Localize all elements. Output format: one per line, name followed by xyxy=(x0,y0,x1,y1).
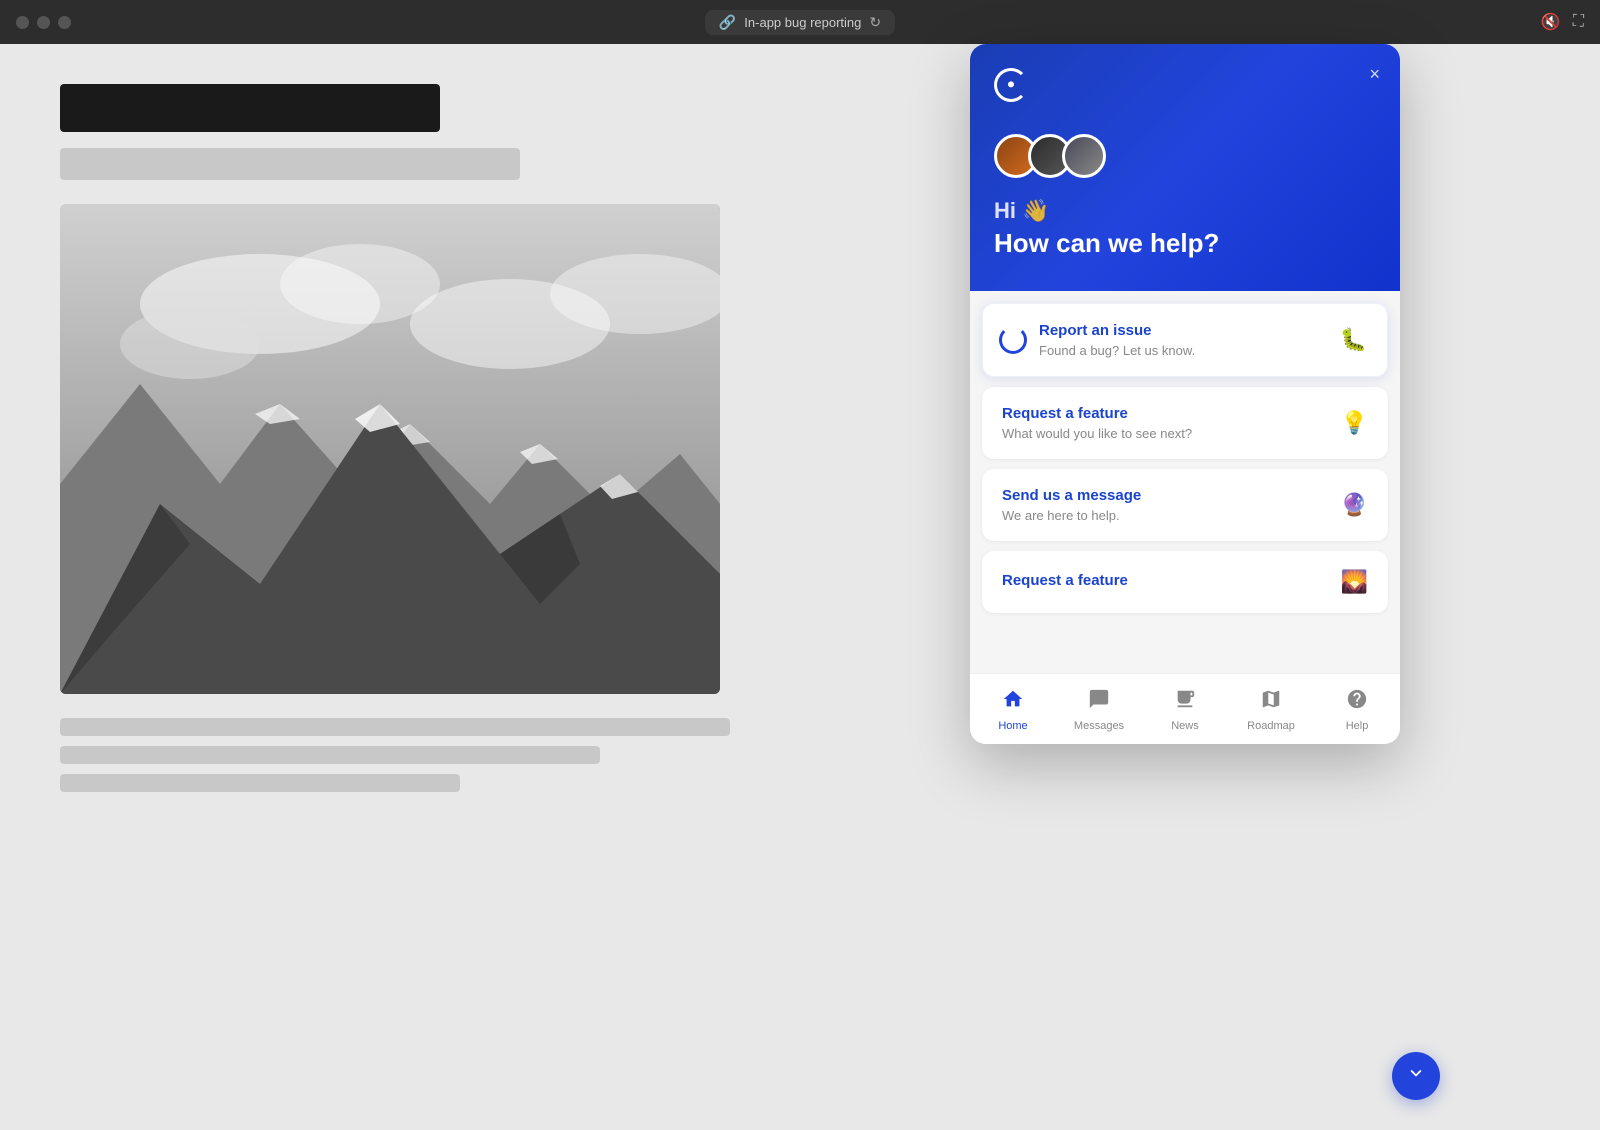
card-feature2-emoji: 🌄 xyxy=(1341,569,1368,595)
nav-label-messages: Messages xyxy=(1074,720,1124,732)
news-icon xyxy=(1174,688,1196,716)
widget-card-report-issue[interactable]: Report an issue Found a bug? Let us know… xyxy=(982,303,1388,377)
widget-close-button[interactable]: × xyxy=(1369,64,1380,85)
card-report-title: Report an issue xyxy=(1039,322,1195,339)
card-spinner xyxy=(999,326,1027,354)
roadmap-icon xyxy=(1260,688,1282,716)
card-message-desc: We are here to help. xyxy=(1002,508,1141,523)
card-feature2-title: Request a feature xyxy=(1002,572,1128,589)
webpage-bar-2 xyxy=(60,746,600,764)
widget-body: Report an issue Found a bug? Let us know… xyxy=(970,291,1400,673)
card-feature-emoji: 💡 xyxy=(1341,410,1368,436)
nav-item-roadmap[interactable]: Roadmap xyxy=(1228,684,1314,736)
dot-minimize[interactable] xyxy=(37,16,50,29)
link-icon: 🔗 xyxy=(719,14,736,31)
titlebar: 🔗 In-app bug reporting ↻ 🔇 ⛶ xyxy=(0,0,1600,44)
webpage-bar-3 xyxy=(60,774,460,792)
fullscreen-icon[interactable]: ⛶ xyxy=(1573,13,1584,31)
main-area: × Hi 👋 How can we help? Report an issue … xyxy=(0,44,1600,1130)
widget-card-request-feature[interactable]: Request a feature What would you like to… xyxy=(982,387,1388,459)
card-message-text: Send us a message We are here to help. xyxy=(1002,487,1141,523)
nav-item-home[interactable]: Home xyxy=(970,684,1056,736)
webpage-subtitle-bar xyxy=(60,148,520,180)
widget-avatars xyxy=(994,134,1376,178)
url-bar[interactable]: 🔗 In-app bug reporting ↻ xyxy=(705,10,895,35)
help-icon xyxy=(1346,688,1368,716)
widget-bottom-nav: Home Messages News xyxy=(970,673,1400,744)
card-feature2-text: Request a feature xyxy=(1002,572,1128,593)
widget-logo xyxy=(994,68,1376,102)
mute-icon[interactable]: 🔇 xyxy=(1541,12,1561,32)
widget-card-send-message[interactable]: Send us a message We are here to help. 🔮 xyxy=(982,469,1388,541)
widget-logo-icon xyxy=(994,68,1028,102)
widget-panel: × Hi 👋 How can we help? Report an issue … xyxy=(970,44,1400,744)
nav-label-help: Help xyxy=(1346,720,1369,732)
window-controls xyxy=(16,16,71,29)
webpage-hero-image xyxy=(60,204,720,694)
nav-label-news: News xyxy=(1171,720,1199,732)
url-text: In-app bug reporting xyxy=(744,15,861,30)
nav-item-news[interactable]: News xyxy=(1142,684,1228,736)
nav-item-help[interactable]: Help xyxy=(1314,684,1400,736)
nav-label-home: Home xyxy=(998,720,1027,732)
nav-item-messages[interactable]: Messages xyxy=(1056,684,1142,736)
card-report-desc: Found a bug? Let us know. xyxy=(1039,343,1195,358)
refresh-icon[interactable]: ↻ xyxy=(869,14,881,31)
card-feature-title: Request a feature xyxy=(1002,405,1192,422)
webpage-title-bar xyxy=(60,84,440,132)
titlebar-actions: 🔇 ⛶ xyxy=(1541,12,1584,32)
messages-icon xyxy=(1088,688,1110,716)
card-report-emoji: 🐛 xyxy=(1340,327,1367,353)
widget-header: × Hi 👋 How can we help? xyxy=(970,44,1400,291)
card-message-title: Send us a message xyxy=(1002,487,1141,504)
widget-greeting: Hi 👋 xyxy=(994,198,1376,224)
widget-card-request-feature-2[interactable]: Request a feature 🌄 xyxy=(982,551,1388,613)
dot-close[interactable] xyxy=(16,16,29,29)
webpage-bar-1 xyxy=(60,718,730,736)
card-feature-text: Request a feature What would you like to… xyxy=(1002,405,1192,441)
scroll-down-button[interactable] xyxy=(1392,1052,1440,1100)
chevron-down-icon xyxy=(1405,1062,1427,1090)
card-message-emoji: 🔮 xyxy=(1341,492,1368,518)
card-report-text: Report an issue Found a bug? Let us know… xyxy=(1039,322,1195,358)
logo-dot xyxy=(1008,81,1014,87)
dot-maximize[interactable] xyxy=(58,16,71,29)
nav-label-roadmap: Roadmap xyxy=(1247,720,1295,732)
avatar-3 xyxy=(1062,134,1106,178)
widget-title: How can we help? xyxy=(994,228,1376,259)
home-icon xyxy=(1002,688,1024,716)
card-feature-desc: What would you like to see next? xyxy=(1002,426,1192,441)
